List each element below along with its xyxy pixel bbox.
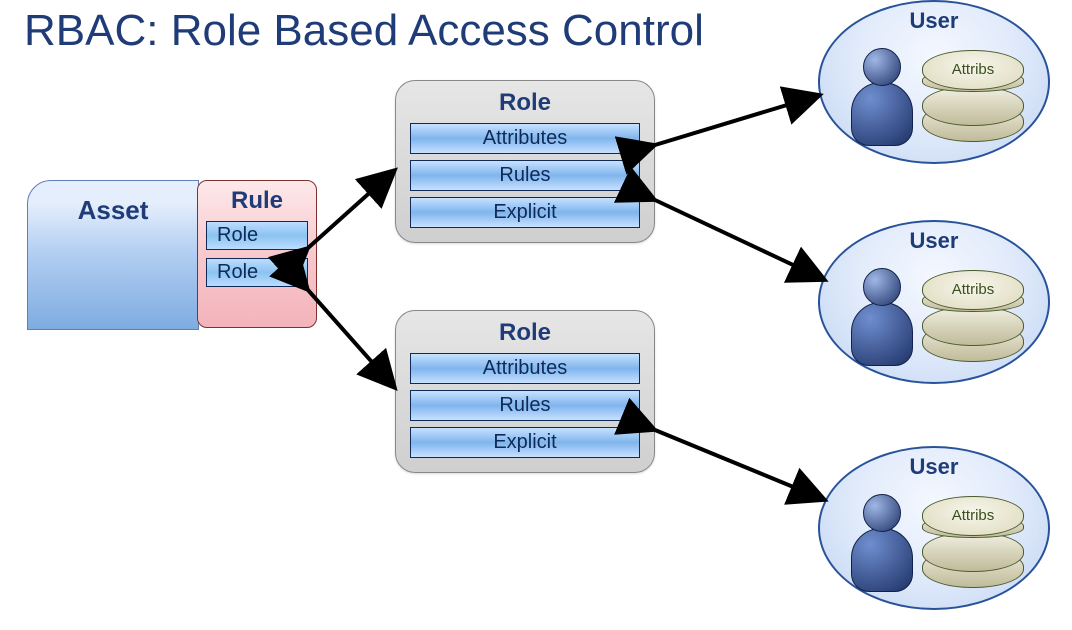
role-item: Explicit — [410, 427, 640, 458]
role-box-title: Role — [410, 89, 640, 117]
user-node: User Attribs — [818, 220, 1050, 384]
user-icon — [846, 264, 916, 364]
role-item: Attributes — [410, 123, 640, 154]
attribs-cylinder: Attribs — [922, 50, 1022, 142]
user-icon — [846, 490, 916, 590]
user-label: User — [820, 8, 1048, 34]
rule-role-chip: Role — [206, 221, 308, 250]
attribs-label: Attribs — [922, 270, 1024, 310]
role-item: Attributes — [410, 353, 640, 384]
rule-box: Rule Role Role — [197, 180, 317, 328]
role-box: Role Attributes Rules Explicit — [395, 310, 655, 473]
attribs-label: Attribs — [922, 50, 1024, 90]
rule-role-chip: Role — [206, 258, 308, 287]
user-label: User — [820, 454, 1048, 480]
asset-label: Asset — [28, 195, 198, 226]
role-item: Rules — [410, 390, 640, 421]
role-item: Rules — [410, 160, 640, 191]
rule-label: Rule — [206, 187, 308, 215]
role-box: Role Attributes Rules Explicit — [395, 80, 655, 243]
user-node: User Attribs — [818, 0, 1050, 164]
user-label: User — [820, 228, 1048, 254]
attribs-cylinder: Attribs — [922, 496, 1022, 588]
role-box-title: Role — [410, 319, 640, 347]
diagram-title: RBAC: Role Based Access Control — [24, 6, 704, 56]
asset-box: Asset — [27, 180, 199, 330]
role-item: Explicit — [410, 197, 640, 228]
user-node: User Attribs — [818, 446, 1050, 610]
attribs-label: Attribs — [922, 496, 1024, 536]
user-icon — [846, 44, 916, 144]
attribs-cylinder: Attribs — [922, 270, 1022, 362]
